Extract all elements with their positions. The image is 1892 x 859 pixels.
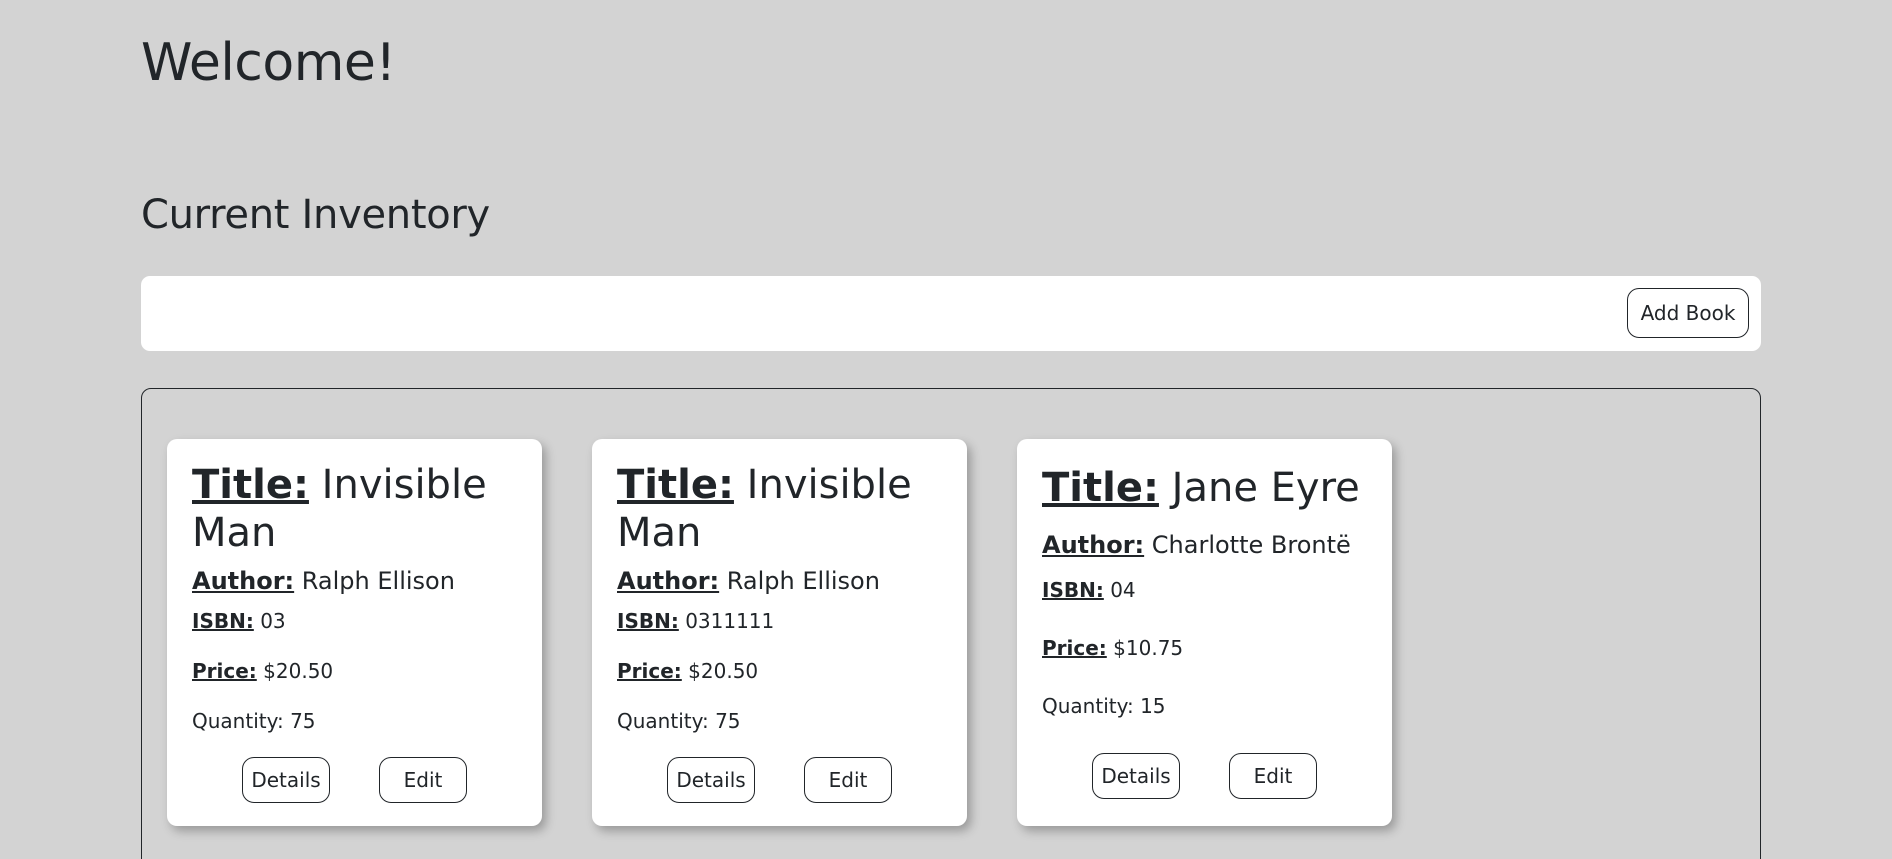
book-author: Author: Charlotte Brontë	[1042, 531, 1351, 559]
book-isbn-value: 03	[260, 609, 286, 633]
book-isbn: ISBN: 0311111	[617, 609, 774, 633]
quantity-label: Quantity:	[1042, 694, 1134, 718]
quantity-label: Quantity:	[617, 709, 709, 733]
page: Welcome! Current Inventory Add Book Titl…	[0, 0, 1892, 859]
book-isbn-value: 04	[1110, 578, 1136, 602]
book-price-value: $20.50	[688, 659, 759, 683]
book-price: Price: $20.50	[192, 659, 333, 683]
book-title: Title: Invisible Man	[192, 461, 522, 557]
edit-button[interactable]: Edit	[379, 757, 467, 803]
details-button[interactable]: Details	[667, 757, 755, 803]
add-book-button[interactable]: Add Book	[1627, 288, 1749, 338]
isbn-label: ISBN:	[1042, 578, 1104, 602]
price-label: Price:	[1042, 636, 1107, 660]
author-label: Author:	[1042, 531, 1145, 559]
edit-button[interactable]: Edit	[1229, 753, 1317, 799]
book-quantity-value: 15	[1140, 694, 1166, 718]
edit-button[interactable]: Edit	[804, 757, 892, 803]
details-button[interactable]: Details	[242, 757, 330, 803]
inventory-toolbar: Add Book	[141, 276, 1761, 351]
details-button[interactable]: Details	[1092, 753, 1180, 799]
book-author-value: Ralph Ellison	[726, 567, 880, 595]
book-author: Author: Ralph Ellison	[617, 567, 880, 595]
book-isbn-value: 0311111	[685, 609, 775, 633]
book-author-value: Charlotte Brontë	[1151, 531, 1351, 559]
book-isbn: ISBN: 04	[1042, 578, 1136, 602]
book-price-value: $20.50	[263, 659, 334, 683]
book-quantity-value: 75	[715, 709, 741, 733]
book-author-value: Ralph Ellison	[301, 567, 455, 595]
title-label: Title:	[1042, 465, 1159, 511]
book-quantity: Quantity: 75	[192, 709, 316, 733]
isbn-label: ISBN:	[617, 609, 679, 633]
inventory-heading: Current Inventory	[141, 192, 490, 238]
quantity-label: Quantity:	[192, 709, 284, 733]
title-label: Title:	[192, 462, 309, 508]
book-title: Title: Invisible Man	[617, 461, 947, 557]
book-isbn: ISBN: 03	[192, 609, 286, 633]
book-title: Title: Jane Eyre	[1042, 464, 1372, 512]
isbn-label: ISBN:	[192, 609, 254, 633]
book-card: Title: Invisible Man Author: Ralph Ellis…	[167, 439, 542, 826]
welcome-heading: Welcome!	[141, 33, 396, 93]
book-author: Author: Ralph Ellison	[192, 567, 455, 595]
book-quantity: Quantity: 75	[617, 709, 741, 733]
price-label: Price:	[192, 659, 257, 683]
title-label: Title:	[617, 462, 734, 508]
book-price: Price: $10.75	[1042, 636, 1183, 660]
author-label: Author:	[617, 567, 720, 595]
author-label: Author:	[192, 567, 295, 595]
book-title-value: Jane Eyre	[1171, 465, 1360, 511]
book-price: Price: $20.50	[617, 659, 758, 683]
book-card: Title: Jane Eyre Author: Charlotte Bront…	[1017, 439, 1392, 826]
price-label: Price:	[617, 659, 682, 683]
book-quantity-value: 75	[290, 709, 316, 733]
book-price-value: $10.75	[1113, 636, 1184, 660]
book-quantity: Quantity: 15	[1042, 694, 1166, 718]
book-card: Title: Invisible Man Author: Ralph Ellis…	[592, 439, 967, 826]
